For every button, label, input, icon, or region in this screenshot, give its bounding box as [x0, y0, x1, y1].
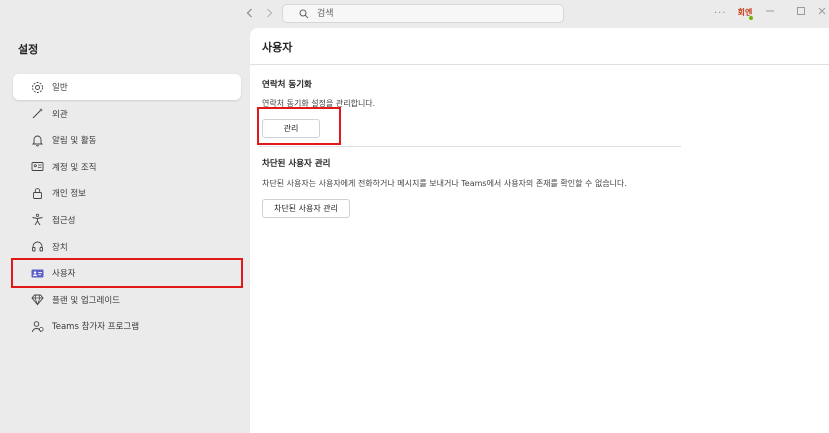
sidebar-item-general[interactable]: 일반 [13, 74, 241, 100]
back-arrow-icon[interactable] [243, 6, 257, 20]
sidebar-item-label: 플랜 및 업그레이드 [52, 295, 120, 306]
sidebar-item-accounts[interactable]: 계정 및 조직 [13, 154, 241, 180]
diamond-icon [30, 293, 44, 307]
id-card-icon [30, 160, 44, 174]
search-input[interactable] [317, 7, 537, 20]
lock-icon [30, 186, 44, 200]
minimize-icon[interactable] [763, 6, 777, 20]
section-divider [258, 146, 681, 147]
sidebar-item-label: 알림 및 활동 [52, 136, 97, 147]
sidebar-item-label: 장치 [52, 242, 68, 253]
sidebar-item-notifications[interactable]: 알림 및 활동 [13, 127, 241, 153]
more-options-icon[interactable]: ··· [714, 8, 727, 19]
magic-wand-icon [30, 107, 44, 121]
sidebar-item-label: 개인 정보 [52, 189, 86, 200]
maximize-icon[interactable] [794, 6, 808, 20]
settings-title: 설정 [18, 43, 39, 56]
sidebar-item-privacy[interactable]: 개인 정보 [13, 180, 241, 206]
manage-contacts-button[interactable]: 관리 [262, 119, 320, 138]
manage-blocked-users-button[interactable]: 차단된 사용자 관리 [262, 199, 350, 218]
sidebar-item-insider-program[interactable]: Teams 참가자 프로그램 [13, 313, 241, 339]
header-divider [250, 64, 829, 65]
forward-arrow-icon[interactable] [262, 6, 276, 20]
sidebar-item-label: 계정 및 조직 [52, 162, 97, 173]
contact-sync-description: 연락처 동기화 설정을 관리합니다. [262, 99, 376, 108]
gear-icon [30, 80, 44, 94]
settings-nav: 일반 외관 알림 및 활동 계정 및 조직 개인 정보 접근성 장치 사용자 플… [11, 74, 243, 340]
contact-sync-heading: 연락처 동기화 [262, 80, 312, 90]
sidebar-item-label: Teams 참가자 프로그램 [52, 322, 140, 333]
sidebar-item-plans[interactable]: 플랜 및 업그레이드 [13, 287, 241, 313]
close-icon[interactable] [815, 6, 829, 20]
page-title: 사용자 [262, 41, 293, 54]
sidebar-item-label: 일반 [52, 83, 68, 93]
search-icon [299, 9, 309, 22]
sidebar-item-label: 외관 [52, 109, 68, 120]
title-bar: ··· 회엔 [0, 0, 829, 28]
blocked-users-heading: 차단된 사용자 관리 [262, 159, 331, 169]
sidebar-item-people[interactable]: 사용자 [11, 258, 243, 289]
accessibility-icon [30, 213, 44, 227]
person-program-icon [30, 319, 44, 333]
search-bar[interactable] [282, 4, 564, 23]
headset-icon [30, 240, 44, 254]
sidebar-item-appearance[interactable]: 외관 [13, 101, 241, 127]
sidebar-item-label: 접근성 [52, 215, 76, 226]
sidebar-item-devices[interactable]: 장치 [13, 234, 241, 260]
blocked-users-description: 차단된 사용자는 사용자에게 전화하거나 메시지를 보내거나 Teams에서 사… [262, 179, 627, 188]
people-card-icon [30, 266, 44, 280]
bell-icon [30, 133, 44, 147]
sidebar-item-label: 사용자 [52, 269, 76, 280]
presence-available-icon [748, 15, 754, 21]
main-panel: 사용자 연락처 동기화 연락처 동기화 설정을 관리합니다. 관리 차단된 사용… [250, 28, 829, 433]
sidebar-item-accessibility[interactable]: 접근성 [13, 207, 241, 233]
